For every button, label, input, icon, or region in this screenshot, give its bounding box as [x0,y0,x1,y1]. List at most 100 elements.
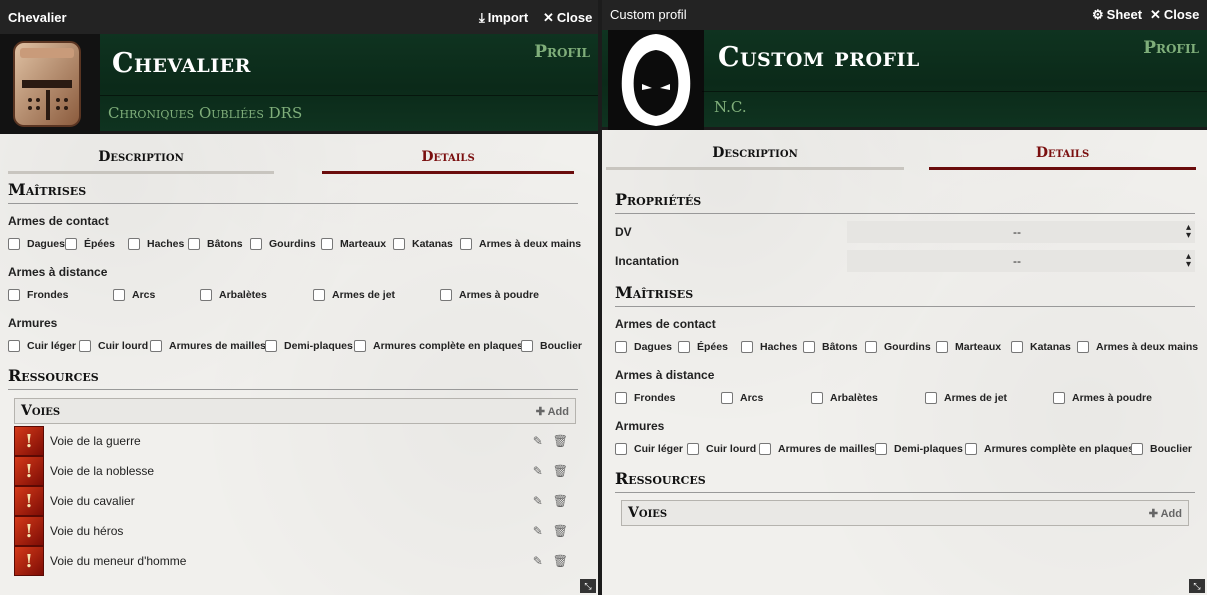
proprietes-heading: Propriétés [615,190,1195,214]
checkbox-arcs[interactable]: Arcs [721,392,811,404]
list-item[interactable]: ! Voie du héros ✎ 🗑 [14,516,574,546]
checkbox-arbaletes[interactable]: Arbalètes [811,392,925,404]
checkbox-marteaux[interactable]: Marteaux [936,341,1011,353]
download-icon: ⤓ [479,10,485,25]
window-title: Custom profil [610,7,687,22]
checkbox-bouclier[interactable]: Bouclier [1131,443,1192,455]
trash-icon[interactable]: 🗑 [553,494,568,508]
checkbox-demi-plaques[interactable]: Demi-plaques [265,340,354,352]
edit-icon[interactable]: ✎ [533,554,543,568]
checkbox-armures-completes[interactable]: Armures complète en plaques [965,443,1134,455]
checkbox-arbaletes[interactable]: Arbalètes [200,289,313,301]
checkbox-katanas[interactable]: Katanas [393,238,460,250]
checkbox-haches[interactable]: Haches [128,238,188,250]
tab-description[interactable]: Description [606,145,904,170]
trash-icon[interactable]: 🗑 [553,464,568,478]
checkbox-frondes[interactable]: Frondes [8,289,113,301]
checkbox-armes-jet[interactable]: Armes de jet [313,289,440,301]
resize-handle-icon[interactable]: ⤡ [1189,579,1205,593]
trash-icon[interactable]: 🗑 [553,554,568,568]
updown-icon: ▴ ▾ [1185,222,1191,241]
checkbox-armures-mailles[interactable]: Armures de mailles [150,340,266,352]
checkbox-cuir-lourd[interactable]: Cuir lourd [79,340,150,352]
checkbox-epees[interactable]: Épées [65,238,128,250]
gear-icon: ⚙ [1092,7,1104,22]
checkbox-batons[interactable]: Bâtons [803,341,865,353]
checkbox-gourdins[interactable]: Gourdins [250,238,321,250]
checkbox-dagues[interactable]: Dagues [8,238,65,250]
checkbox-cuir-leger[interactable]: Cuir léger [8,340,79,352]
distance-checkboxes: Frondes Arcs Arbalètes Armes de jet Arme… [615,392,1152,404]
voie-name[interactable]: Voie du cavalier [50,494,135,508]
incantation-select[interactable]: -- ▴ ▾ [847,250,1195,272]
close-button[interactable]: ✕ Close [1150,7,1199,22]
edit-icon[interactable]: ✎ [533,434,543,448]
contact-heading: Armes de contact [615,317,716,331]
checkbox-demi-plaques[interactable]: Demi-plaques [875,443,965,455]
maitrises-heading: Maîtrises [8,180,578,204]
item-name[interactable]: Custom profil [718,42,920,73]
import-button[interactable]: ⤓ Import [479,10,528,25]
trash-icon[interactable]: 🗑 [553,524,568,538]
checkbox-arcs[interactable]: Arcs [113,289,200,301]
armures-checkboxes: Cuir léger Cuir lourd Armures de mailles… [8,340,582,352]
voie-name[interactable]: Voie du meneur d'homme [50,554,186,568]
checkbox-gourdins[interactable]: Gourdins [865,341,936,353]
checkbox-armes-poudre[interactable]: Armes à poudre [1053,392,1152,404]
tab-details[interactable]: Details [929,145,1196,170]
list-item[interactable]: ! Voie de la noblesse ✎ 🗑 [14,456,574,486]
checkbox-cuir-lourd[interactable]: Cuir lourd [687,443,759,455]
titlebar[interactable]: Custom profil ⚙ Sheet ✕ Close [602,0,1207,30]
close-icon: ✕ [543,10,554,25]
chevalier-window: Chevalier ⤓ Import ✕ Close Chevalier Chr… [0,0,598,595]
armures-heading: Armures [615,419,665,433]
trash-icon[interactable]: 🗑 [553,434,568,448]
avatar[interactable] [608,30,704,130]
checkbox-armes-poudre[interactable]: Armes à poudre [440,289,539,301]
checkbox-armures-mailles[interactable]: Armures de mailles [759,443,875,455]
sheet-button[interactable]: ⚙ Sheet [1092,7,1142,22]
tab-details[interactable]: Details [322,149,574,174]
tab-bar: Description Details [606,145,1196,170]
checkbox-cuir-leger[interactable]: Cuir léger [615,443,687,455]
prop-label: DV [615,225,632,239]
dv-select[interactable]: -- ▴ ▾ [847,221,1195,243]
list-item[interactable]: ! Voie du meneur d'homme ✎ 🗑 [14,546,574,576]
voies-header: Voies ✚ Add [621,500,1189,526]
helmet-icon [13,41,81,127]
add-voie-button[interactable]: ✚ Add [1149,507,1182,520]
checkbox-haches[interactable]: Haches [741,341,803,353]
checkbox-frondes[interactable]: Frondes [615,392,721,404]
edit-icon[interactable]: ✎ [533,464,543,478]
checkbox-katanas[interactable]: Katanas [1011,341,1077,353]
checkbox-armes-deux-mains[interactable]: Armes à deux mains [1077,341,1198,353]
checkbox-marteaux[interactable]: Marteaux [321,238,393,250]
close-button[interactable]: ✕ Close [543,10,592,25]
edit-icon[interactable]: ✎ [533,494,543,508]
tab-description[interactable]: Description [8,149,274,174]
avatar[interactable] [0,34,100,134]
hooded-figure-icon [621,34,691,126]
checkbox-armes-deux-mains[interactable]: Armes à deux mains [460,238,581,250]
add-voie-button[interactable]: ✚ Add [536,405,569,418]
titlebar[interactable]: Chevalier ⤓ Import ✕ Close [0,0,598,34]
checkbox-dagues[interactable]: Dagues [615,341,678,353]
item-name[interactable]: Chevalier [112,48,251,79]
checkbox-batons[interactable]: Bâtons [188,238,250,250]
checkbox-armures-completes[interactable]: Armures complète en plaques [354,340,523,352]
ressources-heading: Ressources [8,366,578,390]
voies-label: Voies [628,505,668,521]
voie-name[interactable]: Voie de la noblesse [50,464,154,478]
list-item[interactable]: ! Voie de la guerre ✎ 🗑 [14,426,574,456]
resize-handle-icon[interactable]: ⤡ [580,579,596,593]
checkbox-bouclier[interactable]: Bouclier [521,340,582,352]
checkbox-epees[interactable]: Épées [678,341,741,353]
voie-name[interactable]: Voie de la guerre [50,434,141,448]
list-item[interactable]: ! Voie du cavalier ✎ 🗑 [14,486,574,516]
checkbox-armes-jet[interactable]: Armes de jet [925,392,1053,404]
contact-heading: Armes de contact [8,214,109,228]
armures-heading: Armures [8,316,58,330]
voie-name[interactable]: Voie du héros [50,524,123,538]
header-banner: Chevalier Chroniques Oubliées DRS Profil [0,34,598,134]
edit-icon[interactable]: ✎ [533,524,543,538]
